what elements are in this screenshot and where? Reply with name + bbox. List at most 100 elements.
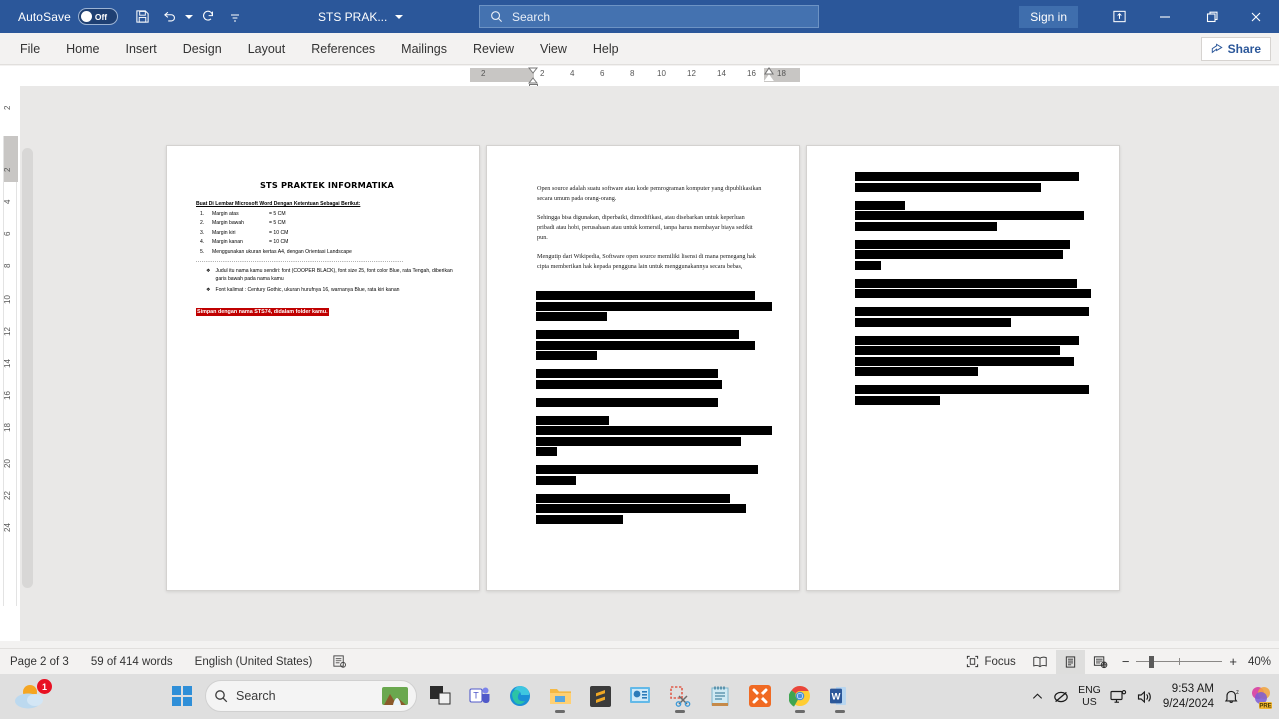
microsoft-edge-icon[interactable] [503, 678, 537, 714]
redacted-line [536, 447, 558, 456]
start-button[interactable] [165, 678, 199, 714]
close-button[interactable] [1236, 0, 1276, 33]
volume-icon[interactable] [1137, 689, 1154, 705]
list-number: 4. [200, 239, 205, 246]
web-layout-button[interactable] [1085, 650, 1116, 674]
show-hidden-icons-chevron-up-icon[interactable] [1031, 690, 1044, 703]
tab-references[interactable]: References [299, 38, 387, 60]
autosave-toggle[interactable]: AutoSave Off [18, 8, 118, 25]
language-indicator[interactable]: English (United States) [195, 656, 313, 668]
mute-icon[interactable] [1053, 689, 1069, 705]
tab-file[interactable]: File [8, 38, 52, 60]
microsoft-teams-icon[interactable]: T [463, 678, 497, 714]
save-icon[interactable] [130, 4, 156, 30]
taskbar-center-group: Search T W [165, 678, 857, 714]
zoom-level[interactable]: 40% [1243, 656, 1271, 668]
first-line-indent-marker[interactable] [527, 67, 539, 84]
redacted-line [855, 221, 997, 231]
zoom-in-button[interactable]: + [1229, 654, 1237, 669]
top-margin-zone [4, 136, 18, 182]
read-mode-button[interactable] [1024, 650, 1056, 674]
hruler-num-6: 12 [687, 69, 696, 78]
print-layout-button[interactable] [1055, 649, 1085, 674]
document-canvas[interactable]: STS PRAKTEK INFORMATIKA Buat Di Lembar M… [20, 86, 1279, 641]
autosave-switch[interactable]: Off [77, 8, 118, 25]
list-number: 5. [200, 248, 205, 255]
redacted-paragraph [536, 397, 772, 407]
document-page-3[interactable] [806, 145, 1120, 591]
vruler-num-12: 24 [3, 523, 12, 532]
word-count[interactable]: 59 of 414 words [91, 656, 173, 668]
vertical-ruler[interactable]: 2 2 4 6 8 10 12 14 16 18 20 22 24 [0, 86, 20, 641]
search-input[interactable]: Search [479, 5, 819, 28]
right-indent-marker[interactable] [764, 67, 774, 81]
customize-quick-access-icon[interactable] [222, 4, 248, 30]
document-title[interactable]: STS PRAK... [318, 0, 404, 33]
tab-mailings[interactable]: Mailings [389, 38, 459, 60]
sign-in-button[interactable]: Sign in [1019, 6, 1078, 28]
hruler-num-8: 16 [747, 69, 756, 78]
task-view-icon[interactable] [423, 678, 457, 714]
document-page-1[interactable]: STS PRAKTEK INFORMATIKA Buat Di Lembar M… [166, 145, 480, 591]
tab-home[interactable]: Home [54, 38, 111, 60]
restore-button[interactable] [1192, 0, 1232, 33]
document-title-chevron-down-icon[interactable] [395, 14, 404, 19]
tab-help[interactable]: Help [581, 38, 631, 60]
notepad-icon[interactable] [703, 678, 737, 714]
vruler-num-9: 18 [3, 423, 12, 432]
list-key: Margin kanan [212, 239, 243, 246]
page-indicator[interactable]: Page 2 of 3 [10, 656, 69, 668]
redacted-paragraph [855, 200, 1091, 231]
redo-icon[interactable] [195, 4, 221, 30]
redacted-line [536, 351, 598, 360]
taskbar: 1 Search T W ENG US 9:53 AM 9/24/2024 z … [0, 674, 1279, 719]
redacted-line [536, 301, 772, 311]
undo-dropdown-icon[interactable] [184, 4, 194, 30]
microsoft-word-icon[interactable]: W [823, 678, 857, 714]
taskbar-search-input[interactable]: Search [205, 680, 417, 712]
share-label: Share [1227, 42, 1261, 56]
sublime-text-icon[interactable] [583, 678, 617, 714]
clock[interactable]: 9:53 AM 9/24/2024 [1163, 682, 1214, 712]
list-key: Margin kiri [212, 229, 236, 236]
copilot-preview-icon[interactable]: PRE [1249, 685, 1273, 709]
snipping-tool-icon[interactable] [663, 678, 697, 714]
vertical-scrollbar-thumb[interactable] [22, 148, 33, 588]
language-indicator[interactable]: ENG US [1078, 683, 1101, 709]
redacted-line [855, 385, 1089, 394]
page2-paragraph: Open source adalah suatu software atau k… [537, 185, 762, 202]
notification-bell-icon[interactable]: z [1223, 688, 1240, 705]
undo-icon[interactable] [157, 4, 183, 30]
xampp-icon[interactable] [743, 678, 777, 714]
tab-layout[interactable]: Layout [236, 38, 298, 60]
horizontal-ruler[interactable]: 2 2 4 6 8 10 12 14 16 18 [0, 66, 1279, 93]
tab-view[interactable]: View [528, 38, 579, 60]
file-explorer-icon[interactable] [543, 678, 577, 714]
ribbon-display-options-icon[interactable] [1099, 0, 1139, 33]
editor-proofing-icon[interactable] [332, 654, 347, 669]
focus-label: Focus [984, 655, 1016, 668]
network-display-icon[interactable] [1110, 689, 1128, 705]
tab-insert[interactable]: Insert [114, 38, 169, 60]
zoom-track[interactable] [1136, 655, 1223, 668]
language-line1: ENG [1078, 683, 1101, 696]
tab-design[interactable]: Design [171, 38, 234, 60]
minimize-button[interactable] [1145, 0, 1185, 33]
redacted-paragraph [536, 465, 772, 485]
share-button[interactable]: Share [1200, 37, 1271, 61]
weather-widget[interactable]: 1 [10, 679, 60, 711]
redacted-line [536, 426, 772, 435]
clock-date: 9/24/2024 [1162, 697, 1214, 710]
running-indicator [555, 710, 565, 713]
zoom-handle[interactable] [1149, 655, 1155, 668]
document-page-2[interactable]: Open source adalah suatu software atau k… [486, 145, 800, 591]
powerpoint-icon[interactable] [623, 678, 657, 714]
tab-review[interactable]: Review [461, 38, 526, 60]
zoom-out-button[interactable]: − [1122, 654, 1130, 669]
redacted-line [855, 395, 940, 405]
google-chrome-icon[interactable] [783, 678, 817, 714]
focus-mode-button[interactable]: Focus [958, 650, 1023, 674]
zoom-slider[interactable]: − + [1122, 654, 1237, 669]
hruler-num-9: 18 [777, 69, 786, 78]
redacted-line [536, 415, 610, 425]
